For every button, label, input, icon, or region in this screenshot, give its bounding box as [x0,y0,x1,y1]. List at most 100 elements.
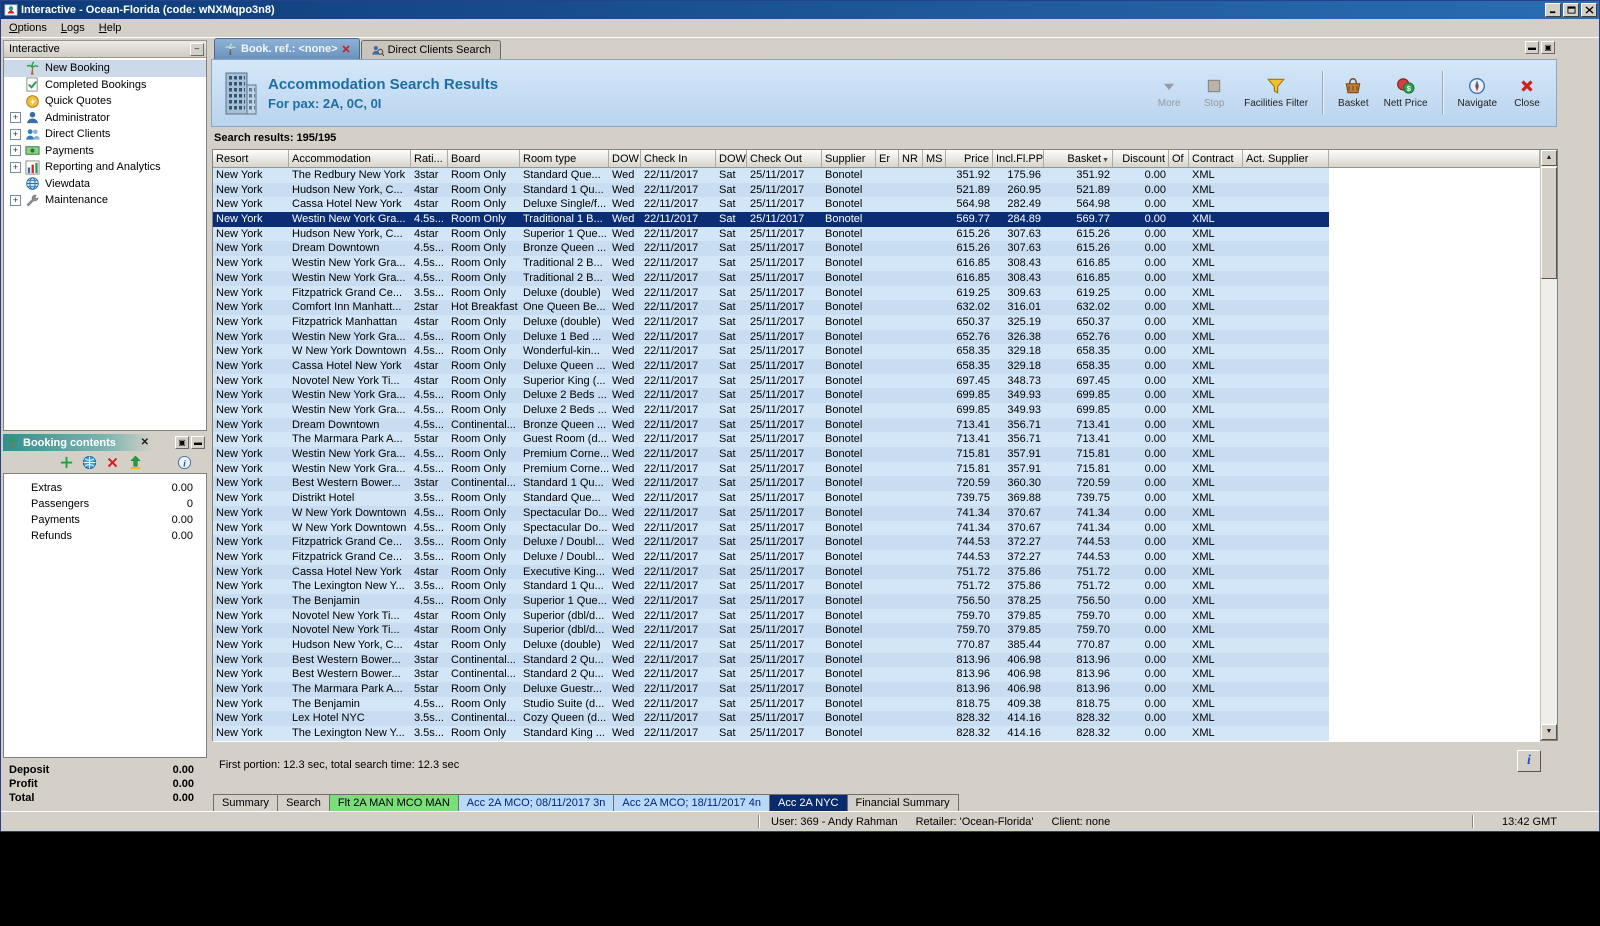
scrollbar-thumb[interactable] [1541,167,1557,279]
column-header-nr[interactable]: NR [899,150,923,168]
table-row[interactable]: New York Fitzpatrick Grand Ce... 3.5s... Ro… [213,285,1540,301]
column-header-room-type[interactable]: Room type [520,150,609,168]
column-header-check-out[interactable]: Check Out [747,150,822,168]
table-row[interactable]: New York W New York Downtown 4.5s... Room O… [213,344,1540,359]
close-tab-icon[interactable] [342,45,350,53]
bottom-tab-summary[interactable]: Summary [213,794,279,812]
minimize-window-icon[interactable] [1545,3,1561,17]
menu-item-options[interactable]: Options [2,20,54,37]
table-row[interactable]: New York Best Western Bower... 3star Contin… [213,667,1540,683]
column-header-resort[interactable]: Resort [213,150,289,168]
table-row[interactable]: New York Cassa Hotel New York 4star Room On… [213,358,1540,374]
menu-item-logs[interactable]: Logs [54,20,92,37]
add-item-icon[interactable] [59,455,74,470]
collapse-panel-icon[interactable]: – [190,42,204,56]
table-row[interactable]: New York Hudson New York, C... 4star Room O… [213,182,1540,198]
close-window-icon[interactable] [1581,3,1597,17]
export-icon[interactable] [128,455,143,470]
tab-booking-ref[interactable]: Book. ref.: <none> [214,38,360,59]
table-row[interactable]: New York Westin New York Gra... 4.5s... Roo… [213,329,1540,345]
sidebar-item-payments[interactable]: + Payments [4,143,206,160]
info-icon[interactable]: i [177,455,192,470]
bottom-tab-financial-summary[interactable]: Financial Summary [846,794,959,812]
table-row[interactable]: New York Cassa Hotel New York 4star Room On… [213,197,1540,213]
close-button[interactable]: Close [1508,67,1546,119]
column-header-discount[interactable]: Discount [1113,150,1169,168]
column-header-board[interactable]: Board [448,150,520,168]
booking-row-passengers[interactable]: Passengers 0 [4,496,206,512]
column-header-act-supplier[interactable]: Act. Supplier [1243,150,1329,168]
booking-row-payments[interactable]: Payments 0.00 [4,512,206,528]
table-row[interactable]: New York Westin New York Gra... 4.5s... Roo… [213,447,1540,462]
table-row[interactable]: New York W New York Downtown 4.5s... Room O… [213,505,1540,521]
navigate-button[interactable]: Navigate [1454,67,1501,119]
column-header-dow[interactable]: DOW [609,150,641,168]
table-row[interactable]: New York The Lexington New Y... 3.5s... Roo… [213,579,1540,594]
column-header-supplier[interactable]: Supplier [822,150,876,168]
scroll-up-icon[interactable]: ▲ [1541,150,1557,166]
expand-icon[interactable]: + [10,145,21,157]
globe-icon[interactable] [82,455,97,470]
sidebar-item-completed-bookings[interactable]: Completed Bookings [4,77,206,94]
table-row[interactable]: New York Fitzpatrick Manhattan 4star Room O… [213,314,1540,330]
column-header-er[interactable]: Er [876,150,899,168]
table-row[interactable]: New York Dream Downtown 4.5s... Continental… [213,417,1540,433]
table-row[interactable]: New York Westin New York Gra... 4.5s... Roo… [213,256,1540,271]
table-row[interactable]: New York Hudson New York, C... 4star Room O… [213,638,1540,653]
menu-item-help[interactable]: Help [92,20,129,37]
column-header-accommodation[interactable]: Accommodation [289,150,411,168]
expand-icon[interactable]: + [10,161,21,173]
restore-booking-panel-icon[interactable]: ▣ [175,436,189,449]
table-row[interactable]: New York The Marmara Park A... 5star Room O… [213,682,1540,697]
sidebar-item-viewdata[interactable]: Viewdata [4,176,206,193]
table-row[interactable]: New York Hudson New York, C... 4star Room O… [213,226,1540,242]
sidebar-item-reporting-and-analytics[interactable]: + Reporting and Analytics [4,159,206,176]
table-row[interactable]: New York Westin New York Gra... 4.5s... Roo… [213,270,1540,286]
bottom-tab-acc-2a-nyc[interactable]: Acc 2A NYC [768,794,848,812]
bottom-tab-acc-2a-mco-08-11-2017-3n[interactable]: Acc 2A MCO; 08/11/2017 3n [457,794,615,812]
expand-icon[interactable]: + [10,112,21,124]
scroll-down-icon[interactable]: ▼ [1541,724,1557,740]
table-row[interactable]: New York Westin New York Gra... 4.5s... Roo… [213,388,1540,403]
mdi-restore-icon[interactable]: ▣ [1541,41,1555,54]
column-header-dow[interactable]: DOW [716,150,747,168]
column-header-ms[interactable]: MS [923,150,946,168]
bottom-tab-acc-2a-mco-18-11-2017-4n[interactable]: Acc 2A MCO; 18/11/2017 4n [613,794,770,812]
table-row[interactable]: New York Novotel New York Ti... 4star Room … [213,608,1540,624]
table-row[interactable]: New York Comfort Inn Manhatt... 2star Hot B… [213,300,1540,315]
basket-button[interactable]: Basket [1334,67,1373,119]
more-button[interactable]: More [1150,67,1188,119]
table-row[interactable]: New York Fitzpatrick Grand Ce... 3.5s... Ro… [213,535,1540,550]
table-row[interactable]: New York Cassa Hotel New York 4star Room On… [213,564,1540,580]
sidebar-item-administrator[interactable]: + Administrator [4,110,206,127]
table-row[interactable]: New York W New York Downtown 4.5s... Room O… [213,520,1540,536]
info-button[interactable]: i [1517,750,1541,772]
minimize-booking-panel-icon[interactable]: ▬ [191,436,205,449]
table-row[interactable]: New York Fitzpatrick Grand Ce... 3.5s... Ro… [213,549,1540,565]
table-row[interactable]: New York Lex Hotel NYC 3.5s... Continental.… [213,711,1540,727]
table-row[interactable]: New York Dream Downtown 4.5s... Room Only Br… [213,241,1540,257]
bottom-tab-search[interactable]: Search [277,794,330,812]
nett-price-button[interactable]: $ Nett Price [1380,67,1432,119]
sidebar-item-quick-quotes[interactable]: Quick Quotes [4,93,206,110]
table-row[interactable]: New York Distrikt Hotel 3.5s... Room Only St… [213,491,1540,506]
expand-icon[interactable]: + [10,128,21,140]
table-row[interactable]: New York Westin New York Gra... 4.5s... Roo… [213,403,1540,418]
column-header-contract[interactable]: Contract [1189,150,1243,168]
table-row[interactable]: New York The Lexington New Y... 3.5s... Roo… [213,726,1540,741]
column-header-price[interactable]: Price [946,150,993,168]
table-row[interactable]: New York Westin New York Gra... 4.5s... Roo… [213,212,1540,227]
table-row[interactable]: New York Best Western Bower... 3star Contin… [213,652,1540,668]
table-row[interactable]: New York The Benjamin 4.5s... Room Only Stud… [213,696,1540,712]
table-row[interactable]: New York Novotel New York Ti... 4star Room … [213,373,1540,389]
sidebar-item-maintenance[interactable]: + Maintenance [4,192,206,209]
booking-contents-caption[interactable]: Booking contents ✕ [3,434,153,451]
column-header-check-in[interactable]: Check In [641,150,716,168]
facilities-filter-button[interactable]: Facilities Filter [1240,67,1312,119]
booking-row-refunds[interactable]: Refunds 0.00 [4,528,206,544]
maximize-window-icon[interactable] [1563,3,1579,17]
column-header-rati[interactable]: Rati... [411,150,448,168]
table-row[interactable]: New York Westin New York Gra... 4.5s... Roo… [213,461,1540,477]
column-header-incl-fl-pp[interactable]: Incl.Fl.PP [993,150,1044,168]
table-row[interactable]: New York Novotel New York Ti... 4star Room … [213,623,1540,638]
